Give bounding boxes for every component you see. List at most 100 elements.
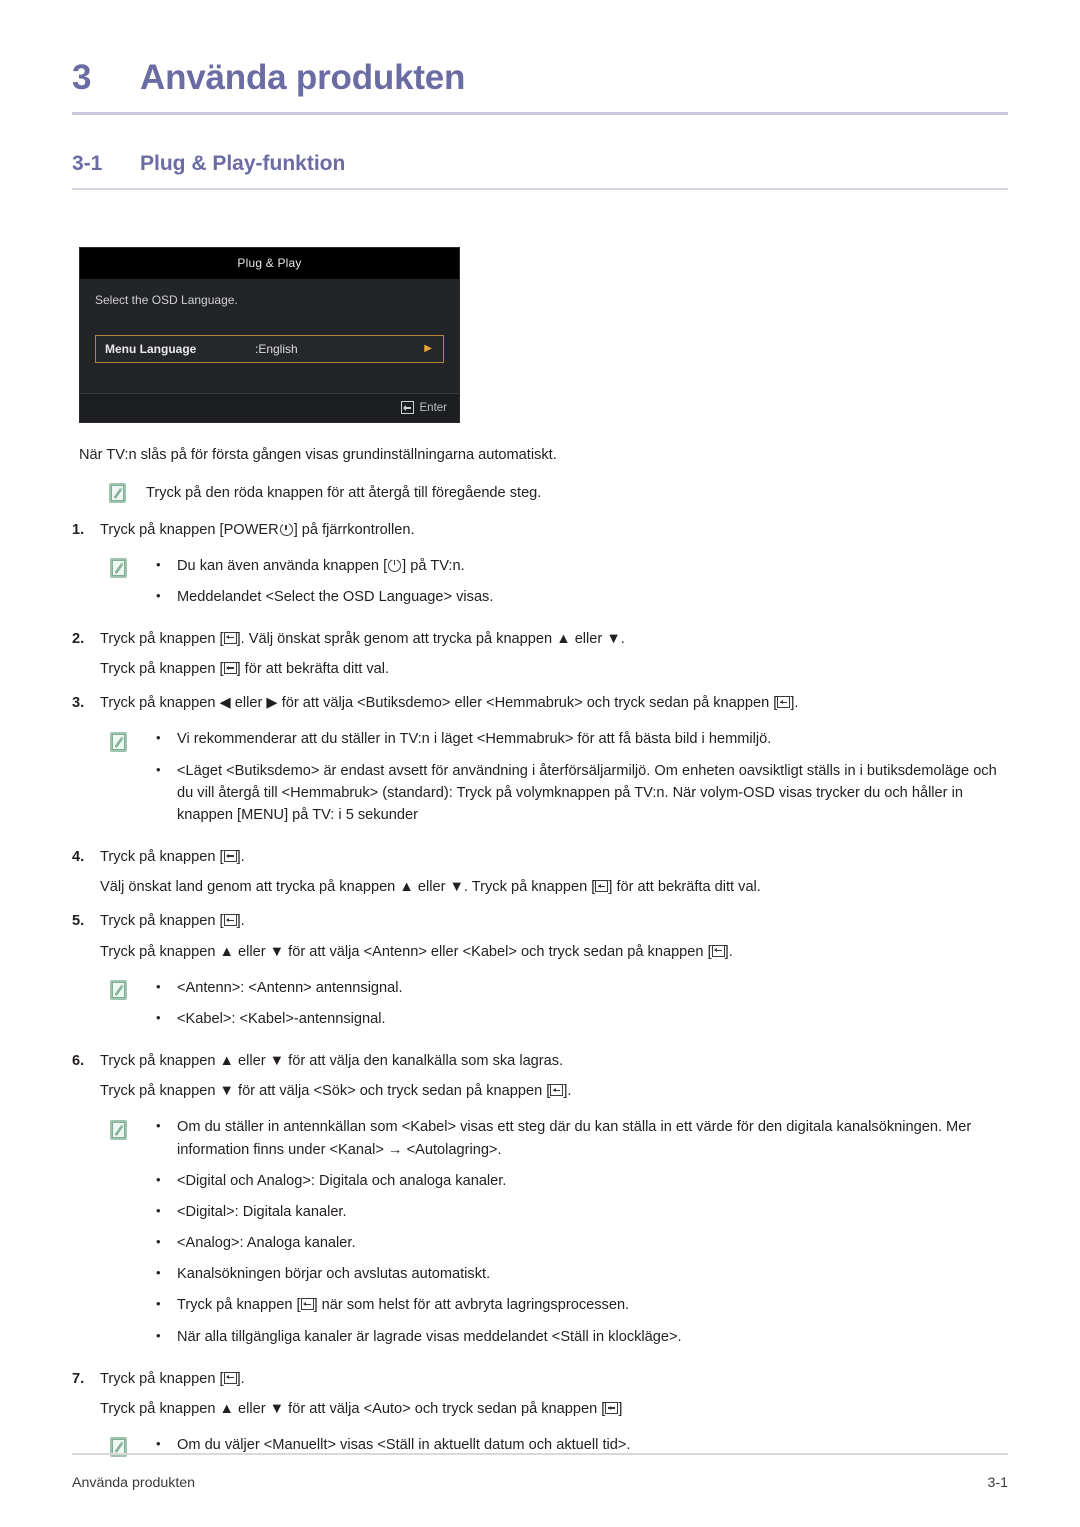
list-item: • <Läget <Butiksdemo> är endast avsett f…: [156, 760, 1008, 836]
note-icon: [109, 483, 126, 504]
step-2-line-2: Tryck på knappen [] för att bekräfta dit…: [100, 661, 390, 678]
list-item: • <Digital>: Digitala kanaler.: [156, 1201, 1008, 1232]
step-7-line-2: Tryck på knappen ▲ eller ▼ för att välja…: [100, 1400, 623, 1417]
note-top-text: Tryck på den röda knappen för att återgå…: [146, 485, 542, 502]
enter-key-icon: [595, 880, 609, 893]
note-icon: [110, 557, 127, 578]
step-2-line-1: Tryck på knappen []. Välj önskat språk g…: [100, 630, 625, 647]
step-6: 6. Tryck på knappen ▲ eller ▼ för att vä…: [72, 1039, 1008, 1357]
chapter-heading: 3 Använda produkten: [72, 0, 1008, 98]
note-icon-cell: [100, 977, 156, 1001]
step-2: 2. Tryck på knappen []. Välj önskat språ…: [72, 617, 1008, 681]
enter-key-icon: [223, 662, 237, 675]
step-4-number: 4.: [72, 849, 85, 866]
osd-menu-language-row[interactable]: Menu Language :English ▶: [95, 335, 444, 363]
enter-key-icon: [300, 1298, 314, 1311]
step-6-notes: • Om du ställer in antennkällan som <Kab…: [100, 1103, 1008, 1356]
step-4: 4. Tryck på knappen []. Välj önskat land…: [72, 835, 1008, 899]
chapter-number: 3: [72, 58, 92, 97]
bullet-dot: •: [156, 587, 161, 603]
bullet-dot: •: [156, 1118, 161, 1134]
list-item: • Om du ställer in antennkällan som <Kab…: [156, 1116, 1008, 1169]
step-1-line: Tryck på knappen [POWER] på fjärrkontrol…: [100, 521, 415, 539]
osd-footer-label: Enter: [419, 401, 448, 414]
step-5-note-2: <Kabel>: <Kabel>-antennsignal.: [177, 1010, 386, 1027]
step-1-note-1: Du kan även använda knappen [] på TV:n.: [177, 557, 465, 574]
step-5-note-1: <Antenn>: <Antenn> antennsignal.: [177, 979, 403, 996]
instructions-body: När TV:n slås på för första gången visas…: [72, 423, 1008, 1465]
osd-screenshot: Plug & Play Select the OSD Language. Men…: [79, 247, 460, 423]
step-7-line-1: Tryck på knappen [].: [100, 1370, 245, 1387]
step-6-note-3: <Digital>: Digitala kanaler.: [177, 1203, 347, 1220]
note-icon-cell: [100, 728, 156, 752]
bullet-dot: •: [156, 730, 161, 746]
enter-key-icon: [223, 1371, 237, 1384]
list-item: • <Digital och Analog>: Digitala och ana…: [156, 1170, 1008, 1201]
enter-key-icon: [223, 850, 237, 863]
enter-key-icon: [711, 944, 725, 957]
step-6-line-2: Tryck på knappen ▼ för att välja <Sök> o…: [100, 1083, 572, 1100]
osd-menu-language-value: :English: [255, 342, 298, 356]
step-4-line-1: Tryck på knappen [].: [100, 849, 245, 866]
bullet-dot: •: [156, 1265, 161, 1281]
step-7-notes: • Om du väljer <Manuellt> visas <Ställ i…: [100, 1421, 1008, 1465]
steps-list: 1. Tryck på knappen [POWER] på fjärrkont…: [72, 508, 1008, 1465]
osd-figure-wrapper: Plug & Play Select the OSD Language. Men…: [72, 190, 1008, 423]
chapter-title: Använda produkten: [140, 58, 466, 97]
step-5-line-2: Tryck på knappen ▲ eller ▼ för att välja…: [100, 943, 733, 960]
step-5-notes: • <Antenn>: <Antenn> antennsignal. • <Ka…: [100, 964, 1008, 1039]
step-3-number: 3.: [72, 695, 85, 712]
osd-prompt: Select the OSD Language.: [95, 293, 238, 307]
footer-left-label: Använda produkten: [72, 1475, 196, 1491]
osd-menu-language-label: Menu Language: [105, 342, 197, 356]
note-icon: [110, 1119, 127, 1140]
osd-title: Plug & Play: [80, 248, 459, 279]
note-icon-cell: [100, 1116, 156, 1140]
step-6-number: 6.: [72, 1053, 85, 1070]
step-3-note-1: Vi rekommenderar att du ställer in TV:n …: [177, 731, 772, 748]
step-6-note-6: Tryck på knappen [] när som helst för at…: [177, 1297, 630, 1314]
osd-spacer: [95, 363, 444, 389]
bullet-dot: •: [156, 1234, 161, 1250]
document-page: 3 Använda produkten 3-1 Plug & Play-funk…: [0, 0, 1080, 1527]
step-1-notes: • Du kan även använda knappen [] på TV:n…: [100, 542, 1008, 617]
enter-key-icon: [550, 1084, 564, 1097]
step-4-line-2: Välj önskat land genom att trycka på kna…: [100, 879, 761, 896]
list-item: • Tryck på knappen [] när som helst för …: [156, 1294, 1008, 1325]
intro-paragraph: När TV:n slås på för första gången visas…: [79, 447, 557, 463]
osd-footer: Enter: [80, 393, 459, 422]
list-item: • Du kan även använda knappen [] på TV:n…: [156, 555, 1008, 586]
list-item: • Om du väljer <Manuellt> visas <Ställ i…: [156, 1434, 1008, 1465]
enter-key-icon: [777, 696, 791, 709]
bullet-dot: •: [156, 556, 161, 572]
step-5-number: 5.: [72, 913, 85, 930]
list-item: • Vi rekommenderar att du ställer in TV:…: [156, 728, 1008, 759]
step-2-number: 2.: [72, 630, 85, 647]
chevron-right-icon: ▶: [424, 343, 432, 354]
list-item: • Kanalsökningen börjar och avslutas aut…: [156, 1263, 1008, 1294]
section-title: Plug & Play-funktion: [140, 152, 346, 175]
bullet-dot: •: [156, 1171, 161, 1187]
note-icon: [110, 979, 127, 1000]
enter-key-icon: [400, 401, 414, 414]
power-icon: [388, 557, 402, 572]
step-6-line-1: Tryck på knappen ▲ eller ▼ för att välja…: [100, 1053, 564, 1070]
section-number: 3-1: [72, 152, 103, 175]
bullet-dot: •: [156, 1436, 161, 1452]
bullet-dot: •: [156, 1296, 161, 1312]
bullet-dot: •: [156, 978, 161, 994]
step-7: 7. Tryck på knappen []. Tryck på knappen…: [72, 1357, 1008, 1466]
step-1-text-pre: Tryck på knappen [POWER: [100, 522, 279, 539]
footer-page-number: 3-1: [987, 1475, 1008, 1491]
step-3: 3. Tryck på knappen ◀ eller ▶ för att vä…: [72, 681, 1008, 835]
enter-key-icon: [605, 1401, 619, 1414]
note-icon-cell: [100, 555, 156, 579]
step-5-line-1: Tryck på knappen [].: [100, 913, 245, 930]
step-6-note-7: När alla tillgängliga kanaler är lagrade…: [177, 1328, 682, 1345]
list-item: • <Antenn>: <Antenn> antennsignal.: [156, 977, 1008, 1008]
bullet-dot: •: [156, 1202, 161, 1218]
step-6-note-1: Om du ställer in antennkällan som <Kabel…: [177, 1119, 972, 1158]
step-1-note-2: Meddelandet <Select the OSD Language> vi…: [177, 588, 494, 605]
note-top: Tryck på den röda knappen för att återgå…: [72, 482, 1008, 508]
section-heading: 3-1 Plug & Play-funktion: [72, 115, 1008, 176]
